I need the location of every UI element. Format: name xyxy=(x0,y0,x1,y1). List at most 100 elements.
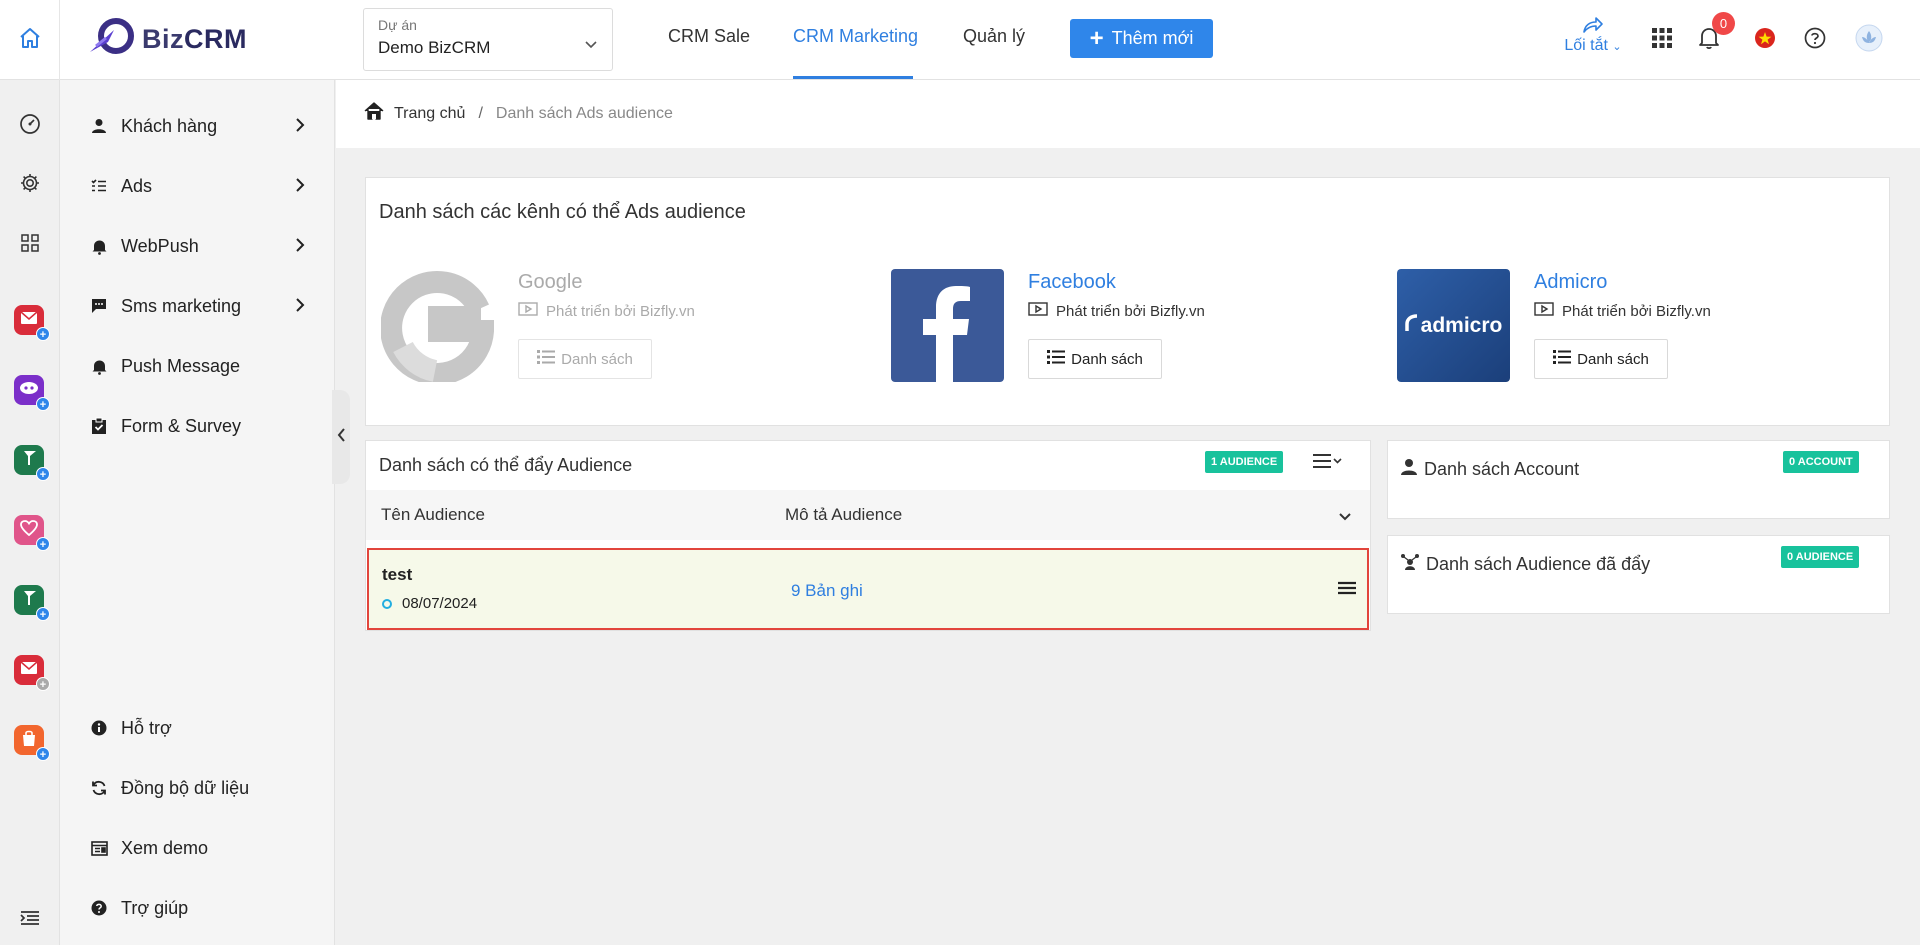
tab-quan-ly[interactable]: Quản lý xyxy=(963,26,1025,47)
language-button[interactable] xyxy=(1751,26,1779,54)
mail-app-2-button[interactable]: + xyxy=(14,655,50,691)
bizcrm-logo[interactable]: BizCRM xyxy=(88,16,247,63)
channel-facebook: Facebook Phát triển bởi Bizfly.vn Danh s… xyxy=(891,269,1251,382)
sidebar-item-khach-hang[interactable]: Khách hàng xyxy=(90,111,305,141)
chevron-down-icon xyxy=(584,37,598,55)
sidebar-item-ads[interactable]: Ads xyxy=(90,171,305,201)
list-button-label: Danh sách xyxy=(1071,350,1143,368)
top-bar: BizCRM Dự án Demo BizCRM CRM Sale CRM Ma… xyxy=(0,0,1920,80)
home-icon xyxy=(18,26,42,55)
table-row[interactable]: test 08/07/2024 9 Bản ghi xyxy=(367,548,1369,630)
sync-icon xyxy=(90,779,108,797)
breadcrumb: Trang chủ / Danh sách Ads audience xyxy=(364,102,673,125)
audience-count-badge: 1 AUDIENCE xyxy=(1205,451,1284,473)
sidebar-item-webpush[interactable]: WebPush xyxy=(90,231,305,261)
shortcut-menu[interactable]: Lối tắt ⌄ xyxy=(1558,16,1628,55)
sidebar-item-label: Xem demo xyxy=(121,837,209,858)
settings-button[interactable] xyxy=(15,170,45,200)
sidebar-item-tro-giup[interactable]: Trợ giúp xyxy=(90,893,305,923)
clipboard-check-icon xyxy=(90,417,108,435)
sidebar-item-ho-tro[interactable]: Hỗ trợ xyxy=(90,713,305,743)
channel-developer: Phát triển bởi Bizfly.vn xyxy=(1028,301,1205,321)
sidebar-item-label: Khách hàng xyxy=(121,115,218,136)
logo-text-crm: CRM xyxy=(184,24,247,54)
admicro-logo: admicro xyxy=(1397,269,1510,382)
tab-crm-sale[interactable]: CRM Sale xyxy=(668,26,750,47)
facebook-logo xyxy=(891,269,1004,382)
apps-grid-button[interactable] xyxy=(15,230,45,260)
user-avatar[interactable] xyxy=(1855,24,1883,54)
sidebar-item-label: Đồng bộ dữ liệu xyxy=(121,777,250,798)
sidebar-item-push-message[interactable]: Push Message xyxy=(90,351,305,381)
user-network-icon xyxy=(1400,553,1420,576)
chevron-right-icon xyxy=(295,237,305,258)
sidebar-collapse-toggle[interactable] xyxy=(332,390,350,484)
google-logo xyxy=(381,269,494,382)
project-selector[interactable]: Dự án Demo BizCRM xyxy=(363,8,613,71)
list-button-label: Danh sách xyxy=(1577,350,1649,368)
sidebar-item-label: Ads xyxy=(121,175,153,196)
channels-title: Danh sách các kênh có thể Ads audience xyxy=(379,201,746,223)
flag-app-icon xyxy=(20,449,38,471)
add-badge-icon: + xyxy=(36,467,50,481)
shopping-bag-app-icon xyxy=(20,729,38,751)
account-count-badge: 0 ACCOUNT xyxy=(1783,451,1859,473)
channel-name[interactable]: Admicro xyxy=(1534,271,1607,294)
pushed-audience-panel: Danh sách Audience đã đẩy 0 AUDIENCE xyxy=(1387,535,1890,614)
audience-table-header: Tên Audience Mô tả Audience xyxy=(366,490,1370,540)
admicro-logo-text: admicro xyxy=(1420,313,1503,337)
logo-text-biz: Biz xyxy=(142,24,184,54)
sidebar-item-xem-demo[interactable]: Xem demo xyxy=(90,833,305,863)
flag-app-button[interactable]: + xyxy=(14,445,50,481)
row-menu-button[interactable] xyxy=(1337,580,1357,601)
apps-grid-button[interactable] xyxy=(1648,26,1676,54)
list-icon xyxy=(1047,349,1066,369)
project-label: Dự án xyxy=(378,17,417,33)
breadcrumb-bar: Trang chủ / Danh sách Ads audience xyxy=(336,80,1920,148)
grid-dots-icon xyxy=(1651,27,1673,54)
mail-app-icon xyxy=(20,661,38,679)
bag-app-button[interactable]: + xyxy=(14,725,50,761)
project-value: Demo BizCRM xyxy=(378,38,491,57)
bell-ring-icon xyxy=(90,357,108,375)
list-dropdown-icon xyxy=(1312,454,1344,474)
column-options-button[interactable] xyxy=(1312,452,1344,475)
sidebar-item-form-survey[interactable]: Form & Survey xyxy=(90,411,305,441)
google-list-button[interactable]: Danh sách xyxy=(518,339,652,379)
demo-window-icon xyxy=(90,839,108,857)
facebook-list-button[interactable]: Danh sách xyxy=(1028,339,1162,379)
breadcrumb-home-link[interactable]: Trang chủ xyxy=(394,105,465,123)
breadcrumb-separator: / xyxy=(478,104,483,122)
channel-developer: Phát triển bởi Bizfly.vn xyxy=(1534,301,1711,321)
heart-app-button[interactable]: + xyxy=(14,515,50,551)
question-circle-icon xyxy=(1804,27,1826,54)
chat-app-button[interactable]: + xyxy=(14,375,50,411)
sidebar-item-label: Trợ giúp xyxy=(121,897,189,918)
info-icon xyxy=(90,719,108,737)
sidebar-item-dong-bo[interactable]: Đồng bộ dữ liệu xyxy=(90,773,305,803)
list-icon xyxy=(537,349,556,369)
mail-app-button[interactable]: + xyxy=(14,305,50,341)
tab-crm-marketing[interactable]: CRM Marketing xyxy=(793,26,918,47)
mail-app-icon xyxy=(20,311,38,329)
add-badge-icon: + xyxy=(36,537,50,551)
dashboard-button[interactable] xyxy=(15,110,45,140)
expand-menu-button[interactable] xyxy=(15,905,45,935)
chevron-right-icon xyxy=(295,297,305,318)
apps-grid-icon xyxy=(21,233,39,257)
admicro-list-button[interactable]: Danh sách xyxy=(1534,339,1668,379)
chevron-down-icon[interactable] xyxy=(1338,507,1352,527)
channel-developer-text: Phát triển bởi Bizfly.vn xyxy=(546,302,695,320)
help-button[interactable] xyxy=(1801,26,1829,54)
list-button-label: Danh sách xyxy=(561,350,633,368)
channel-name[interactable]: Facebook xyxy=(1028,271,1116,294)
home-button[interactable] xyxy=(0,0,60,80)
video-icon xyxy=(518,301,538,321)
sidebar-item-label: Form & Survey xyxy=(121,415,242,436)
sidebar-item-sms-marketing[interactable]: Sms marketing xyxy=(90,291,305,321)
add-new-button[interactable]: + Thêm mới xyxy=(1070,19,1213,58)
add-badge-icon: + xyxy=(36,397,50,411)
flag-app-2-button[interactable]: + xyxy=(14,585,50,621)
audience-description-link[interactable]: 9 Bản ghi xyxy=(791,581,863,601)
active-tab-indicator xyxy=(793,76,913,79)
